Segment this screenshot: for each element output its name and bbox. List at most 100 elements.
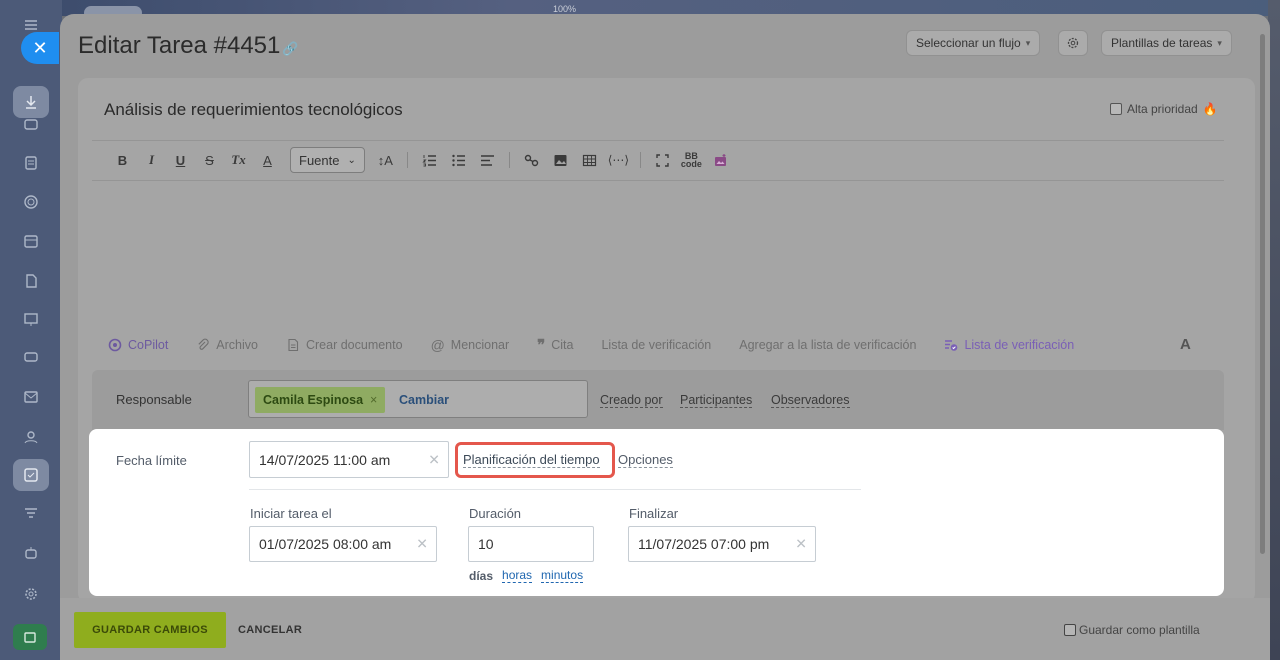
created-by-link[interactable]: Creado por [600,394,663,408]
clear-format-button[interactable]: Tx [224,152,253,168]
bbcode-icon[interactable]: BB code [677,152,706,169]
checklist-button[interactable]: Lista de verificación [601,338,711,352]
bullet-list-icon[interactable] [444,153,473,168]
fullscreen-icon[interactable] [648,153,677,168]
copy-link-icon[interactable]: 🔗 [282,41,298,57]
participants-link[interactable]: Participantes [680,394,753,408]
link-icon[interactable] [517,153,546,168]
clear-icon[interactable]: ✕ [416,536,428,553]
save-changes-button[interactable]: GUARDAR CAMBIOS [74,612,226,648]
close-slider-button[interactable]: ✕ [21,32,59,64]
templates-label: Plantillas de tareas [1111,36,1213,50]
divider [92,180,1224,181]
file-label: Archivo [216,338,258,352]
underline-button[interactable]: U [166,153,195,168]
task-title-input[interactable]: Análisis de requerimientos tecnológicos [104,100,403,120]
copilot-label: CoPilot [128,338,169,352]
quote-icon: ❞ [537,337,546,354]
italic-button[interactable]: I [137,152,166,168]
robot-icon[interactable] [20,542,42,564]
copilot-icon [108,338,122,352]
paperclip-icon [198,338,209,350]
font-color-button[interactable]: A [253,153,282,168]
quote-button[interactable]: ❞ Cita [537,336,573,354]
page-title: Editar Tarea #4451 [78,32,281,59]
add-to-checklist-button[interactable]: Agregar a la lista de verificación [739,338,916,352]
copilot-button[interactable]: CoPilot [108,338,168,352]
strikethrough-button[interactable]: S [195,153,224,168]
scrollbar[interactable] [1260,34,1265,554]
save-as-template-label: Guardar como plantilla [1079,623,1200,637]
cancel-button[interactable]: CANCELAR [238,624,302,636]
unit-hours[interactable]: horas [502,569,533,583]
board-icon[interactable] [20,309,42,331]
settings-icon[interactable] [20,583,42,605]
checkbox-app-icon[interactable] [13,459,49,491]
unit-days[interactable]: días [469,569,493,583]
at-icon: @ [430,337,445,353]
numbered-list-icon[interactable] [415,153,444,168]
code-icon[interactable]: ⟨⋯⟩ [604,153,633,167]
format-toggle-button[interactable]: A [1180,336,1191,353]
start-date-input[interactable]: 01/07/2025 08:00 am ✕ [249,526,437,562]
clear-icon[interactable]: ✕ [795,536,807,553]
calendar-icon[interactable] [20,230,42,252]
options-link[interactable]: Opciones [618,453,673,468]
ai-image-icon[interactable] [706,153,735,168]
toolbar-separator [508,152,510,168]
chevron-down-icon: ⌄ [347,154,356,166]
flow-select[interactable]: Seleccionar un flujo ▾ [906,30,1041,56]
responsible-chip: Camila Espinosa × [255,387,386,413]
change-responsible-link[interactable]: Cambiar [399,393,449,407]
image-icon[interactable] [546,153,575,168]
funnel-icon[interactable] [20,503,42,525]
time-planning-link[interactable]: Planificación del tiempo [463,453,600,468]
responsible-name: Camila Espinosa [263,393,364,407]
checklist-ai-button[interactable]: Lista de verificación [944,338,1074,352]
create-document-button[interactable]: Crear documento [286,338,403,352]
table-icon[interactable] [575,153,604,168]
bold-button[interactable]: B [108,153,137,168]
font-size-button[interactable]: ↕A [371,153,400,168]
observers-link[interactable]: Observadores [771,394,850,408]
align-icon[interactable] [473,153,502,168]
market-icon[interactable] [13,624,47,650]
chat-icon[interactable] [20,114,42,136]
toolbar-separator [406,152,408,168]
document-icon[interactable] [20,270,42,292]
checklist-label: Lista de verificación [601,338,712,352]
clear-icon[interactable]: ✕ [428,451,440,468]
gear-icon [1067,37,1079,49]
templates-button[interactable]: Plantillas de tareas ▾ [1101,30,1232,56]
save-as-template-toggle[interactable]: Guardar como plantilla [1064,623,1200,637]
chevron-down-icon: ▾ [1025,37,1031,48]
responsible-field[interactable]: Camila Espinosa × Cambiar [248,380,588,418]
file-button[interactable]: Archivo [196,338,258,352]
remove-responsible-icon[interactable]: × [370,393,377,407]
toolbar-separator [639,152,641,168]
crm-icon[interactable] [20,191,42,213]
font-select[interactable]: Fuente ⌄ [290,147,365,173]
zoom-level: 100% [553,4,577,14]
deadline-input[interactable]: 14/07/2025 11:00 am ✕ [249,441,449,478]
mention-button[interactable]: @ Mencionar [431,337,510,353]
mail-icon[interactable] [20,386,42,408]
unit-minutes[interactable]: minutos [541,569,584,583]
high-priority-toggle[interactable]: Alta prioridad 🔥 [1110,102,1218,116]
left-sidebar [0,0,62,660]
settings-button[interactable] [1058,30,1088,56]
start-date-value: 01/07/2025 08:00 am [259,536,392,552]
finish-date-input[interactable]: 11/07/2025 07:00 pm ✕ [628,526,816,562]
save-as-template-checkbox[interactable] [1064,624,1076,636]
drive-icon[interactable] [20,346,42,368]
high-priority-checkbox[interactable] [1110,103,1122,115]
high-priority-label: Alta prioridad [1127,102,1198,116]
contacts-icon[interactable] [20,426,42,448]
flame-icon: 🔥 [1202,102,1218,116]
tasks-icon[interactable] [20,152,42,174]
duration-label: Duración [469,506,522,521]
checklist-ai-label: Lista de verificación [964,338,1075,352]
font-select-label: Fuente [299,152,340,168]
duration-input[interactable]: 10 [468,526,594,562]
start-label: Iniciar tarea el [250,506,332,521]
